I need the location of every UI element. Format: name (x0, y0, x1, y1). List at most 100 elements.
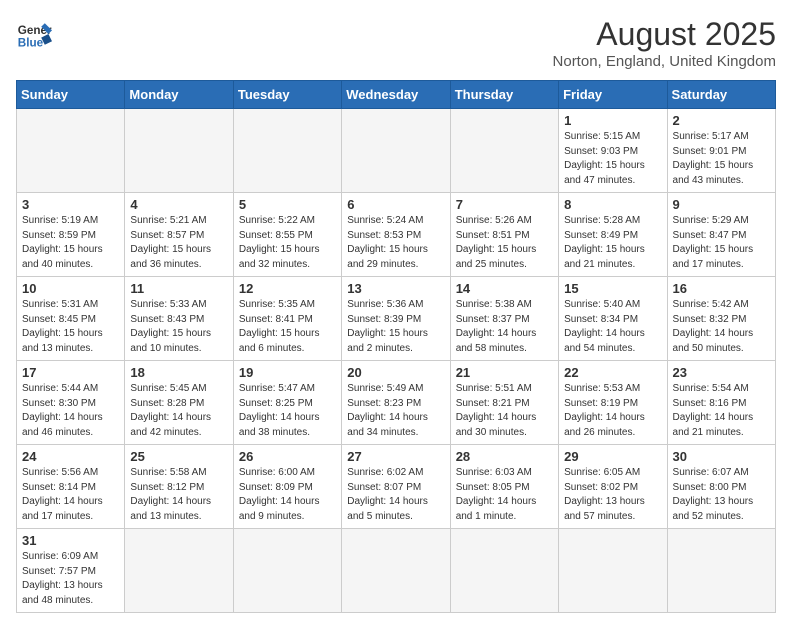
day-info: Sunrise: 5:47 AM Sunset: 8:25 PM Dayligh… (239, 382, 336, 440)
calendar-cell: 11Sunrise: 5:33 AM Sunset: 8:43 PM Dayli… (125, 277, 233, 361)
calendar-week-4: 17 Sunrise: 5:44 AM Sunset: 8:30 PM Dayli… (17, 361, 776, 445)
day-info: Sunrise: 5:58 AM Sunset: 8:12 PM Dayligh… (130, 466, 227, 524)
calendar-cell (125, 529, 233, 613)
month-year-title: August 2025 (553, 16, 776, 53)
day-number: 28 (456, 449, 553, 464)
day-number: 24 (22, 449, 119, 464)
calendar-cell (450, 529, 558, 613)
day-info: Sunrise: 6:05 AM Sunset: 8:02 PM Dayligh… (564, 466, 661, 524)
day-info: Sunrise: 6:09 AM Sunset: 7:57 PM Dayligh… (22, 550, 119, 608)
weekday-header-row: SundayMondayTuesdayWednesdayThursdayFrid… (17, 81, 776, 109)
calendar-table: SundayMondayTuesdayWednesdayThursdayFrid… (16, 80, 776, 613)
day-number: 5 (239, 197, 336, 212)
calendar-cell: 26Sunrise: 6:00 AM Sunset: 8:09 PM Dayli… (233, 445, 341, 529)
day-number: 8 (564, 197, 661, 212)
day-info: Sunrise: 6:00 AM Sunset: 8:09 PM Dayligh… (239, 466, 336, 524)
calendar-cell: 12Sunrise: 5:35 AM Sunset: 8:41 PM Dayli… (233, 277, 341, 361)
weekday-header-wednesday: Wednesday (342, 81, 450, 109)
day-info: Sunrise: 5:33 AM Sunset: 8:43 PM Dayligh… (130, 298, 227, 356)
logo: General Blue (16, 16, 52, 52)
day-number: 10 (22, 281, 119, 296)
calendar-cell: 7 Sunrise: 5:26 AM Sunset: 8:51 PM Daylig… (450, 193, 558, 277)
day-number: 21 (456, 365, 553, 380)
day-info: Sunrise: 5:45 AM Sunset: 8:28 PM Dayligh… (130, 382, 227, 440)
weekday-header-sunday: Sunday (17, 81, 125, 109)
day-number: 15 (564, 281, 661, 296)
calendar-cell (450, 109, 558, 193)
day-info: Sunrise: 5:24 AM Sunset: 8:53 PM Dayligh… (347, 214, 444, 272)
calendar-cell (233, 529, 341, 613)
day-info: Sunrise: 5:22 AM Sunset: 8:55 PM Dayligh… (239, 214, 336, 272)
calendar-cell: 1Sunrise: 5:15 AM Sunset: 9:03 PM Daylig… (559, 109, 667, 193)
calendar-cell: 13Sunrise: 5:36 AM Sunset: 8:39 PM Dayli… (342, 277, 450, 361)
day-number: 3 (22, 197, 119, 212)
day-number: 18 (130, 365, 227, 380)
day-number: 7 (456, 197, 553, 212)
calendar-cell (667, 529, 775, 613)
calendar-cell: 27Sunrise: 6:02 AM Sunset: 8:07 PM Dayli… (342, 445, 450, 529)
calendar-cell (342, 529, 450, 613)
calendar-cell: 16 Sunrise: 5:42 AM Sunset: 8:32 PM Dayli… (667, 277, 775, 361)
calendar-cell: 14 Sunrise: 5:38 AM Sunset: 8:37 PM Dayli… (450, 277, 558, 361)
day-number: 2 (673, 113, 770, 128)
day-info: Sunrise: 5:49 AM Sunset: 8:23 PM Dayligh… (347, 382, 444, 440)
calendar-cell: 17 Sunrise: 5:44 AM Sunset: 8:30 PM Dayli… (17, 361, 125, 445)
day-number: 30 (673, 449, 770, 464)
day-info: Sunrise: 5:40 AM Sunset: 8:34 PM Dayligh… (564, 298, 661, 356)
day-info: Sunrise: 5:53 AM Sunset: 8:19 PM Dayligh… (564, 382, 661, 440)
calendar-cell: 3Sunrise: 5:19 AM Sunset: 8:59 PM Daylig… (17, 193, 125, 277)
day-number: 16 (673, 281, 770, 296)
day-number: 13 (347, 281, 444, 296)
calendar-cell: 6Sunrise: 5:24 AM Sunset: 8:53 PM Daylig… (342, 193, 450, 277)
day-number: 4 (130, 197, 227, 212)
day-info: Sunrise: 6:07 AM Sunset: 8:00 PM Dayligh… (673, 466, 770, 524)
day-info: Sunrise: 5:44 AM Sunset: 8:30 PM Dayligh… (22, 382, 119, 440)
calendar-cell: 9Sunrise: 5:29 AM Sunset: 8:47 PM Daylig… (667, 193, 775, 277)
calendar-cell: 19 Sunrise: 5:47 AM Sunset: 8:25 PM Dayli… (233, 361, 341, 445)
calendar-cell: 2 Sunrise: 5:17 AM Sunset: 9:01 PM Daylig… (667, 109, 775, 193)
day-info: Sunrise: 5:42 AM Sunset: 8:32 PM Dayligh… (673, 298, 770, 356)
calendar-cell (233, 109, 341, 193)
calendar-cell: 5 Sunrise: 5:22 AM Sunset: 8:55 PM Daylig… (233, 193, 341, 277)
day-info: Sunrise: 5:26 AM Sunset: 8:51 PM Dayligh… (456, 214, 553, 272)
page-header: General Blue August 2025 Norton, England… (16, 16, 776, 70)
day-info: Sunrise: 5:56 AM Sunset: 8:14 PM Dayligh… (22, 466, 119, 524)
calendar-cell: 28Sunrise: 6:03 AM Sunset: 8:05 PM Dayli… (450, 445, 558, 529)
location-subtitle: Norton, England, United Kingdom (553, 53, 776, 70)
day-number: 23 (673, 365, 770, 380)
day-number: 31 (22, 533, 119, 548)
day-number: 14 (456, 281, 553, 296)
day-number: 9 (673, 197, 770, 212)
day-number: 17 (22, 365, 119, 380)
calendar-cell: 31 Sunrise: 6:09 AM Sunset: 7:57 PM Dayli… (17, 529, 125, 613)
weekday-header-tuesday: Tuesday (233, 81, 341, 109)
calendar-cell: 4Sunrise: 5:21 AM Sunset: 8:57 PM Daylig… (125, 193, 233, 277)
day-number: 22 (564, 365, 661, 380)
calendar-cell: 29 Sunrise: 6:05 AM Sunset: 8:02 PM Dayli… (559, 445, 667, 529)
weekday-header-monday: Monday (125, 81, 233, 109)
day-info: Sunrise: 5:15 AM Sunset: 9:03 PM Dayligh… (564, 130, 661, 188)
calendar-cell: 8Sunrise: 5:28 AM Sunset: 8:49 PM Daylig… (559, 193, 667, 277)
day-number: 19 (239, 365, 336, 380)
day-info: Sunrise: 5:54 AM Sunset: 8:16 PM Dayligh… (673, 382, 770, 440)
calendar-cell: 10 Sunrise: 5:31 AM Sunset: 8:45 PM Dayli… (17, 277, 125, 361)
day-info: Sunrise: 5:31 AM Sunset: 8:45 PM Dayligh… (22, 298, 119, 356)
weekday-header-saturday: Saturday (667, 81, 775, 109)
calendar-cell: 24 Sunrise: 5:56 AM Sunset: 8:14 PM Dayli… (17, 445, 125, 529)
calendar-cell: 30 Sunrise: 6:07 AM Sunset: 8:00 PM Dayli… (667, 445, 775, 529)
day-info: Sunrise: 5:51 AM Sunset: 8:21 PM Dayligh… (456, 382, 553, 440)
logo-icon: General Blue (16, 16, 52, 52)
title-block: August 2025 Norton, England, United King… (553, 16, 776, 70)
day-number: 25 (130, 449, 227, 464)
calendar-cell: 15 Sunrise: 5:40 AM Sunset: 8:34 PM Dayli… (559, 277, 667, 361)
calendar-week-2: 3Sunrise: 5:19 AM Sunset: 8:59 PM Daylig… (17, 193, 776, 277)
calendar-cell (342, 109, 450, 193)
weekday-header-friday: Friday (559, 81, 667, 109)
calendar-cell: 23 Sunrise: 5:54 AM Sunset: 8:16 PM Dayli… (667, 361, 775, 445)
day-number: 27 (347, 449, 444, 464)
day-info: Sunrise: 5:38 AM Sunset: 8:37 PM Dayligh… (456, 298, 553, 356)
calendar-week-5: 24 Sunrise: 5:56 AM Sunset: 8:14 PM Dayli… (17, 445, 776, 529)
day-info: Sunrise: 5:17 AM Sunset: 9:01 PM Dayligh… (673, 130, 770, 188)
day-number: 29 (564, 449, 661, 464)
calendar-cell (559, 529, 667, 613)
